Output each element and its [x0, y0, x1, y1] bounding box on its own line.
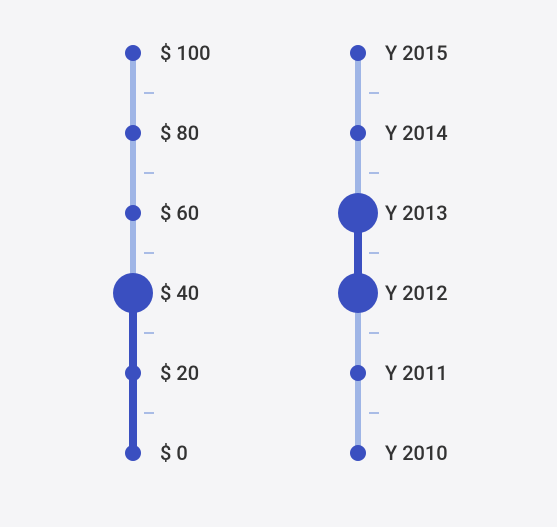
price-label-60: $ 60 [160, 201, 199, 225]
price-label-0: $ 0 [160, 441, 188, 465]
price-thumb[interactable] [113, 273, 153, 313]
price-label-80: $ 80 [160, 121, 199, 145]
year-label-2014: Y 2014 [385, 121, 448, 145]
year-marker-2014 [350, 125, 366, 141]
price-label-40: $ 40 [160, 281, 199, 305]
year-minor-tick [369, 92, 379, 94]
year-label-2013: Y 2013 [385, 201, 448, 225]
year-marker-2010 [350, 445, 366, 461]
price-marker-80 [125, 125, 141, 141]
price-label-100: $ 100 [160, 41, 210, 65]
price-minor-tick [144, 412, 154, 414]
year-minor-tick [369, 252, 379, 254]
slider-showcase: $ 100 $ 80 $ 60 $ 40 $ 20 $ 0 Y 2015 Y 2014 Y 20… [0, 0, 557, 527]
year-thumb-high[interactable] [338, 193, 378, 233]
year-marker-2011 [350, 365, 366, 381]
year-thumb-low[interactable] [338, 273, 378, 313]
price-minor-tick [144, 332, 154, 334]
price-marker-0 [125, 445, 141, 461]
year-minor-tick [369, 412, 379, 414]
price-minor-tick [144, 92, 154, 94]
year-label-2011: Y 2011 [385, 361, 448, 385]
price-marker-20 [125, 365, 141, 381]
price-label-20: $ 20 [160, 361, 199, 385]
price-minor-tick [144, 252, 154, 254]
year-label-2015: Y 2015 [385, 41, 448, 65]
year-minor-tick [369, 332, 379, 334]
price-marker-60 [125, 205, 141, 221]
year-marker-2015 [350, 45, 366, 61]
year-label-2012: Y 2012 [385, 281, 448, 305]
year-minor-tick [369, 172, 379, 174]
price-marker-100 [125, 45, 141, 61]
year-label-2010: Y 2010 [385, 441, 448, 465]
price-minor-tick [144, 172, 154, 174]
